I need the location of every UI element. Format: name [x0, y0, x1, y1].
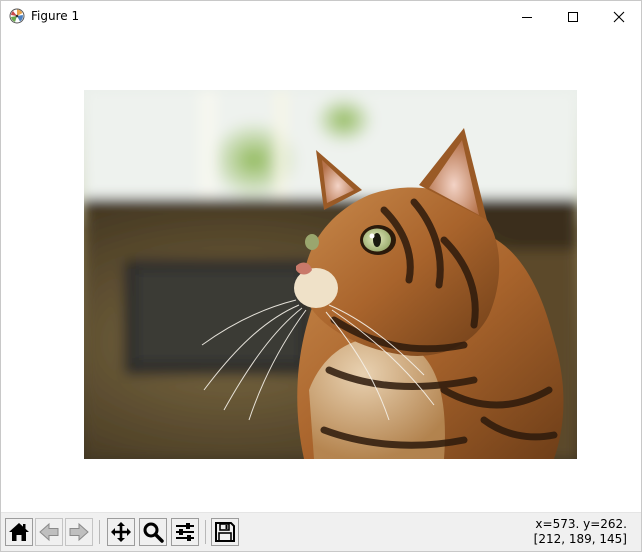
sliders-icon [174, 521, 196, 543]
matplotlib-logo-icon [9, 8, 25, 24]
zoom-button[interactable] [139, 518, 167, 546]
figure-window: Figure 1 x=573. y=262. [212, 189, 145] [0, 0, 642, 552]
cursor-coordinates: x=573. y=262. [212, 189, 145] [534, 517, 627, 547]
save-button[interactable] [211, 518, 239, 546]
toolbar-separator [205, 520, 206, 544]
cursor-xy-readout: x=573. y=262. [535, 517, 627, 531]
back-arrow-icon [38, 521, 60, 543]
cat-image[interactable] [84, 90, 577, 459]
forward-arrow-icon [68, 521, 90, 543]
pan-move-icon [110, 521, 132, 543]
floppy-disk-icon [214, 521, 236, 543]
home-icon [8, 521, 30, 543]
forward-button[interactable] [65, 518, 93, 546]
window-title: Figure 1 [31, 9, 80, 23]
back-button[interactable] [35, 518, 63, 546]
home-button[interactable] [5, 518, 33, 546]
pixel-value-readout: [212, 189, 145] [533, 532, 627, 546]
minimize-button[interactable] [504, 1, 550, 32]
zoom-magnifier-icon [142, 521, 164, 543]
close-icon [613, 11, 625, 23]
pan-button[interactable] [107, 518, 135, 546]
maximize-button[interactable] [550, 1, 596, 32]
close-button[interactable] [596, 1, 641, 32]
figure-canvas[interactable] [1, 32, 641, 512]
minimize-icon [521, 11, 533, 23]
configure-subplots-button[interactable] [171, 518, 199, 546]
navigation-toolbar: x=573. y=262. [212, 189, 145] [1, 512, 641, 551]
title-bar[interactable]: Figure 1 [1, 1, 641, 32]
toolbar-separator [99, 520, 100, 544]
maximize-icon [567, 11, 579, 23]
